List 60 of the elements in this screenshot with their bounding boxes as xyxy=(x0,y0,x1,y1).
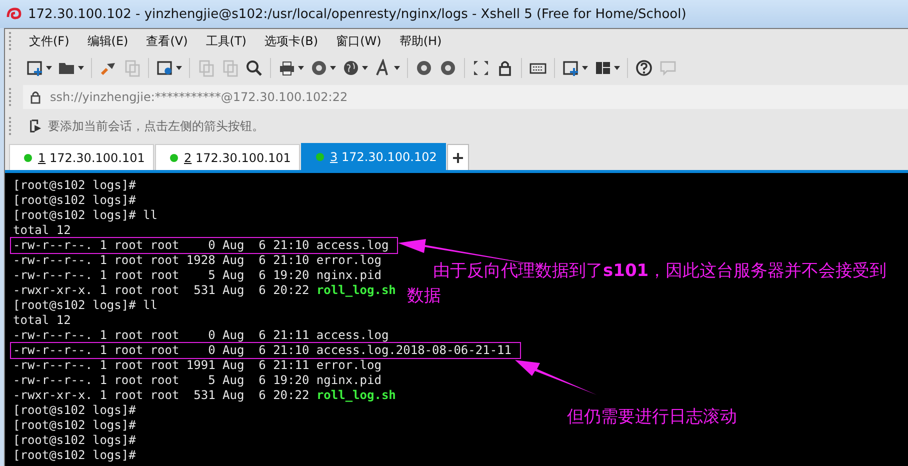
new-session-icon[interactable] xyxy=(26,59,44,77)
terminal-line: -rw-r--r--. 1 root root 0 Aug 6 21:10 access.log.2018-08-06-21-11 xyxy=(11,343,520,358)
app-logo-icon xyxy=(6,6,22,22)
terminal-line: -rw-r--r--. 1 root root 1928 Aug 6 21:10 error.log xyxy=(12,253,382,268)
new-tab-button[interactable] xyxy=(447,144,469,170)
menu-item[interactable]: 查看(V) xyxy=(144,30,190,52)
dropdown-caret-icon[interactable] xyxy=(330,66,336,70)
dropdown-caret-icon[interactable] xyxy=(582,66,588,70)
connected-status-icon xyxy=(316,153,324,161)
terminal-line: -rw-r--r--. 1 root root 5 Aug 6 19:20 nginx.pid xyxy=(12,373,382,388)
terminal-line: -rw-r--r--. 1 root root 5 Aug 6 19:20 nginx.pid xyxy=(12,268,382,283)
menu-item[interactable]: 文件(F) xyxy=(27,30,72,52)
window-title: 172.30.100.102 - yinzhengjie@s102:/usr/local/openresty/nginx/logs - Xshell 5 (Free for Home/School) xyxy=(28,6,686,22)
terminal-line: [root@s102 logs]# xyxy=(12,433,137,448)
terminal-line: [root@s102 logs]# xyxy=(12,193,137,208)
terminal-line: [root@s102 logs]# xyxy=(12,178,137,193)
terminal-line: -rw-r--r--. 1 root root 0 Aug 6 21:11 access.log xyxy=(12,328,390,343)
terminal-line: [root@s102 logs]# ll xyxy=(12,298,158,313)
terminal-line: total 12 xyxy=(12,313,72,328)
add-session-arrow-icon[interactable] xyxy=(29,119,42,133)
help-icon[interactable] xyxy=(635,59,653,77)
menu-item[interactable]: 窗口(W) xyxy=(334,30,384,52)
terminal-line: [root@s102 logs]# xyxy=(12,448,137,463)
terminal-line: -rw-r--r--. 1 root root 1991 Aug 6 21:11 error.log xyxy=(12,358,382,373)
lock-icon xyxy=(29,90,42,104)
terminal-line: [root@s102 logs]# xyxy=(12,403,137,418)
dropdown-caret-icon[interactable] xyxy=(176,66,182,70)
annotation-text: 但仍需要进行日志滚动 xyxy=(567,406,737,429)
session-tab[interactable]: 1 172.30.100.101 xyxy=(9,144,154,170)
plus-icon xyxy=(453,152,463,162)
dropdown-caret-icon[interactable] xyxy=(298,66,304,70)
annotation-text: 由于反向代理数据到了s101，因此这台服务器并不会接受到数据 xyxy=(407,260,888,308)
lock-icon[interactable] xyxy=(496,59,514,77)
terminal-line: [root@s102 logs]# xyxy=(12,418,137,433)
menu-item[interactable]: 选项卡(B) xyxy=(262,30,320,52)
dropdown-caret-icon[interactable] xyxy=(46,66,52,70)
new-tab-folder-icon[interactable] xyxy=(562,59,580,77)
connected-status-icon xyxy=(170,154,178,162)
search-icon[interactable] xyxy=(245,59,263,77)
menu-item[interactable]: 编辑(E) xyxy=(85,30,130,52)
menu-item[interactable]: 帮助(H) xyxy=(397,30,444,52)
properties-gear-icon[interactable] xyxy=(156,59,174,77)
terminal-line: total 12 xyxy=(12,223,72,238)
session-tab[interactable]: 2 172.30.100.101 xyxy=(155,144,300,170)
dropdown-caret-icon[interactable] xyxy=(362,66,368,70)
hint-text: 要添加当前会话，点击左侧的箭头按钮。 xyxy=(48,118,264,134)
dropdown-caret-icon[interactable] xyxy=(78,66,84,70)
dropdown-caret-icon[interactable] xyxy=(394,66,400,70)
address-field[interactable]: ssh://yinzhengjie:***********@172.30.100.102:22 xyxy=(23,85,908,109)
menu-item[interactable]: 工具(T) xyxy=(204,30,248,52)
session-tab[interactable]: 3 172.30.100.102 xyxy=(301,143,446,170)
terminal-line: -rwxr-xr-x. 1 root root 531 Aug 6 20:22 roll_log.sh xyxy=(12,283,397,298)
fullscreen-icon[interactable] xyxy=(472,59,490,77)
terminal-line: -rw-r--r--. 1 root root 0 Aug 6 21:10 access.log xyxy=(11,238,397,253)
connected-status-icon xyxy=(24,154,32,162)
printer-icon[interactable] xyxy=(278,59,296,77)
dropdown-caret-icon[interactable] xyxy=(614,66,620,70)
terminal-line: -rwxr-xr-x. 1 root root 531 Aug 6 20:22 roll_log.sh xyxy=(12,388,397,403)
terminal-line: [root@s102 logs]# ll xyxy=(12,208,158,223)
layout-icon[interactable] xyxy=(594,59,612,77)
